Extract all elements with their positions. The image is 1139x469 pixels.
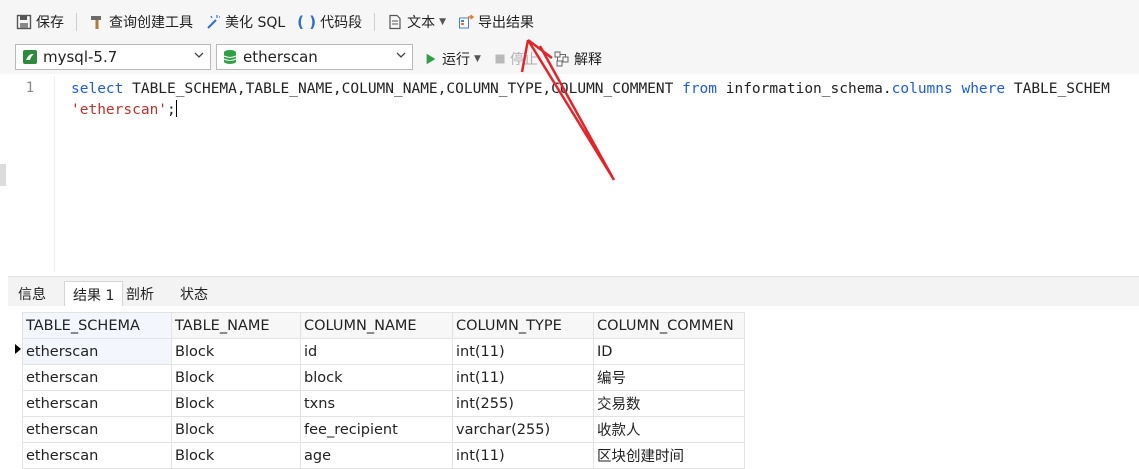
table-cell[interactable]: etherscan [22, 338, 172, 365]
table-cell[interactable]: varchar(255) [452, 416, 594, 443]
table-row[interactable]: etherscan Block id int(11) ID [22, 338, 745, 365]
run-label: 运行 [442, 52, 470, 68]
database-select[interactable]: etherscan [216, 44, 413, 70]
query-builder-label: 查询创建工具 [109, 15, 193, 31]
tab-status[interactable]: 状态 [172, 281, 216, 307]
table-cell[interactable]: block [300, 364, 453, 391]
splitter-handle[interactable] [0, 164, 6, 186]
sql-editor[interactable]: 1 select TABLE_SCHEMA,TABLE_NAME,COLUMN_… [8, 76, 1139, 272]
table-cell[interactable]: Block [171, 338, 301, 365]
play-icon [426, 53, 436, 65]
export-result-label: 导出结果 [478, 15, 535, 31]
braces-icon: ( ) [297, 13, 317, 31]
line-number: 1 [25, 80, 35, 96]
table-cell[interactable]: etherscan [22, 416, 172, 443]
keyword-select: select [71, 81, 124, 97]
chevron-down-icon [194, 52, 204, 58]
chevron-down-icon [396, 52, 406, 58]
text-label: 文本 [407, 15, 436, 31]
connection-value: mysql-5.7 [43, 48, 118, 66]
keyword-where: where [961, 81, 1006, 97]
toolbar-separator [76, 13, 77, 31]
table-cell[interactable]: 收款人 [593, 416, 745, 443]
keyword-from: from [682, 81, 718, 97]
table-cell[interactable]: id [300, 338, 453, 365]
table-cell[interactable]: Block [171, 416, 301, 443]
column-header[interactable]: COLUMN_NAME [300, 312, 453, 339]
code-table: information_schema. [717, 81, 892, 97]
database-value: etherscan [243, 48, 318, 66]
beautify-sql-label: 美化 SQL [225, 15, 286, 31]
document-icon [389, 14, 401, 30]
run-button[interactable]: 运行 ▼ [418, 45, 487, 73]
current-row-icon [15, 344, 21, 354]
table-row[interactable]: etherscan Block txns int(255) 交易数 [22, 390, 745, 417]
stop-icon [495, 54, 505, 64]
dolphin-icon [23, 50, 37, 64]
result-grid[interactable]: TABLE_SCHEMA TABLE_NAME COLUMN_NAME COLU… [8, 306, 1139, 469]
code-columns: TABLE_SCHEMA,TABLE_NAME,COLUMN_NAME,COLU… [123, 81, 683, 97]
tab-label: 结果 1 [73, 287, 115, 304]
text-cursor [175, 100, 177, 117]
code-snippet-label: 代码段 [320, 15, 363, 31]
string-literal: 'etherscan' [71, 102, 168, 118]
tab-label: 信息 [18, 287, 46, 303]
main-toolbar: 保存 查询创建工具 美化 SQL ( ) 代码段 文本 ▼ 导出结果 [0, 0, 1139, 45]
tab-label: 状态 [180, 287, 208, 303]
table-cell[interactable]: int(255) [452, 390, 594, 417]
table-cell[interactable]: etherscan [22, 364, 172, 391]
text-dropdown[interactable]: 文本 ▼ [381, 8, 452, 36]
explain-button[interactable]: 解释 [548, 45, 608, 73]
tab-info[interactable]: 信息 [10, 281, 54, 307]
stop-label: 停止 [510, 52, 538, 68]
toolbar-separator [374, 13, 376, 31]
hammer-icon [91, 16, 101, 29]
table-cell[interactable]: etherscan [22, 390, 172, 417]
table-row[interactable]: etherscan Block fee_recipient varchar(25… [22, 416, 745, 443]
beautify-sql-button[interactable]: 美化 SQL [199, 8, 291, 36]
table-cell[interactable]: int(11) [452, 338, 594, 365]
tab-profile[interactable]: 剖析 [118, 281, 162, 307]
table-cell[interactable]: Block [171, 364, 301, 391]
table-row[interactable]: etherscan Block block int(11) 编号 [22, 364, 745, 391]
column-header[interactable]: TABLE_NAME [171, 312, 301, 339]
export-result-button[interactable]: 导出结果 [452, 8, 540, 36]
tab-result-1[interactable]: 结果 1 [64, 281, 124, 307]
magic-wand-icon [207, 15, 220, 29]
tab-label: 剖析 [126, 287, 154, 303]
code-condition: TABLE_SCHEM [1005, 81, 1110, 97]
keyword-columns: columns [891, 81, 953, 97]
line-number-gutter: 1 [8, 76, 55, 272]
stop-button[interactable]: 停止 [488, 45, 544, 73]
table-cell[interactable]: 交易数 [593, 390, 745, 417]
query-builder-button[interactable]: 查询创建工具 [83, 8, 199, 36]
save-button[interactable]: 保存 [10, 8, 70, 36]
connection-select[interactable]: mysql-5.7 [15, 44, 211, 70]
table-cell[interactable]: 编号 [593, 364, 745, 391]
column-header[interactable]: COLUMN_TYPE [452, 312, 594, 339]
export-icon [459, 14, 475, 29]
explain-label: 解释 [574, 52, 602, 68]
caret-down-icon: ▼ [439, 17, 447, 27]
result-tabs: 信息 结果 1 剖析 状态 [8, 276, 1139, 307]
caret-down-icon: ▼ [474, 54, 481, 64]
code-terminator: ; [167, 102, 176, 118]
result-table: TABLE_SCHEMA TABLE_NAME COLUMN_NAME COLU… [22, 312, 745, 469]
table-cell[interactable]: fee_recipient [300, 416, 453, 443]
column-header[interactable]: COLUMN_COMMEN [593, 312, 745, 339]
save-label: 保存 [36, 15, 64, 31]
table-cell[interactable]: ID [593, 338, 745, 365]
table-cell[interactable]: txns [300, 390, 453, 417]
table-cell[interactable]: int(11) [452, 364, 594, 391]
column-header[interactable]: TABLE_SCHEMA [22, 312, 172, 339]
save-icon [16, 14, 32, 30]
sql-code[interactable]: select TABLE_SCHEMA,TABLE_NAME,COLUMN_NA… [71, 79, 1110, 121]
code-snippet-button[interactable]: ( ) 代码段 [291, 8, 368, 36]
table-cell[interactable]: Block [171, 390, 301, 417]
header-row: TABLE_SCHEMA TABLE_NAME COLUMN_NAME COLU… [22, 312, 745, 339]
database-icon [223, 50, 237, 64]
explain-icon [554, 51, 569, 67]
